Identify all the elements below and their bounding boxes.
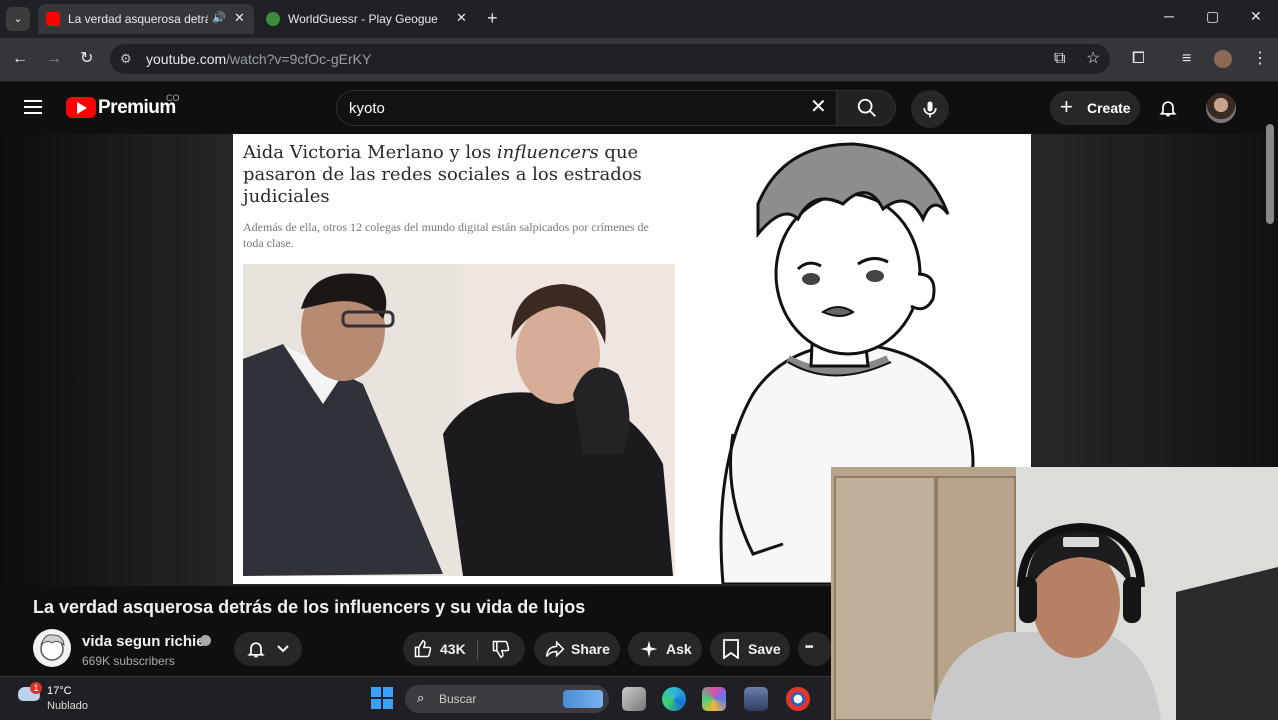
browser-tab-strip: ⌄ La verdad asquerosa detrás 🔊 ✕ WorldGu… [0,0,1278,38]
chevron-down-icon [277,645,289,653]
like-count: 43K [440,641,466,657]
windows-start-icon[interactable] [371,687,393,709]
tab-youtube-video[interactable]: La verdad asquerosa detrás 🔊 ✕ [38,4,254,34]
more-dots-icon: ••• [805,642,813,653]
share-button[interactable]: Share [534,632,620,666]
search-box[interactable] [336,90,836,126]
globe-favicon-icon [266,12,280,26]
tab-search-button[interactable]: ⌄ [6,7,30,31]
taskbar-search-box[interactable]: ⌕ Buscar [405,685,609,713]
create-button[interactable]: + Create [1050,91,1140,125]
address-bar[interactable]: ⚙ youtube.com/watch?v=9cfOc-gErKY [110,44,1110,74]
channel-avatar[interactable] [33,629,71,667]
plus-icon: + [1060,94,1073,119]
like-divider [477,640,478,660]
subscription-bell-button[interactable] [234,632,302,666]
notifications-bell-icon[interactable] [1158,98,1178,118]
search-highlight-image [563,690,603,708]
tab-audio-icon[interactable]: 🔊 [212,11,226,24]
url-path: /watch?v=9cfOc-gErKY [226,51,372,67]
media-control-icon[interactable]: ≡ [1182,50,1191,68]
share-arrow-icon [545,640,565,658]
thumbs-up-icon [414,639,432,658]
like-dislike-group: 43K [403,632,525,666]
tab-close-icon[interactable]: ✕ [456,10,467,26]
profile-avatar[interactable] [1214,50,1232,68]
video-title: La verdad asquerosa detrás de los influe… [33,597,586,617]
bookmark-star-icon[interactable]: ☆ [1086,50,1100,68]
tab-title: WorldGuessr - Play Geoguessr [288,12,438,26]
weather-condition[interactable]: Nublado [47,700,88,712]
thumbs-down-icon [492,640,510,659]
save-label: Save [748,641,781,657]
store-icon[interactable] [744,687,768,711]
copilot-icon[interactable] [702,687,726,711]
url-text[interactable]: youtube.com/watch?v=9cfOc-gErKY [146,51,371,67]
new-tab-button[interactable]: + [487,8,498,28]
back-button[interactable]: ← [12,50,28,68]
like-button[interactable]: 43K [403,632,477,666]
youtube-masthead: Premium CO ✕ + Create [0,82,1278,134]
tab-title: La verdad asquerosa detrás [68,12,208,26]
maximize-button[interactable]: ▢ [1206,8,1219,25]
dislike-button[interactable] [479,632,525,666]
webcam-overlay [831,467,1278,720]
browser-menu-icon[interactable]: ⋮ [1252,50,1268,68]
page-scrollbar[interactable] [1266,124,1274,224]
ask-label: Ask [666,641,692,657]
window-close-button[interactable]: ✕ [1250,8,1262,25]
weather-temperature[interactable]: 17°C [47,685,72,697]
task-view-icon[interactable] [622,687,646,711]
chrome-icon[interactable] [786,687,810,711]
more-actions-button[interactable]: ••• [798,632,832,666]
url-host: youtube.com [146,51,227,67]
article-photo [243,264,675,576]
install-app-icon[interactable]: ⧉ [1054,50,1065,68]
search-input[interactable] [349,98,769,118]
bookmark-icon [723,639,739,659]
bell-icon [247,642,265,658]
article-subhead: Además de ella, otros 12 colegas del mun… [243,220,649,250]
verified-badge-icon [200,635,211,646]
youtube-logo-icon[interactable] [66,97,96,118]
article-headline: Aida Victoria Merlano y los influencers … [243,142,642,207]
forward-button[interactable]: → [46,50,62,68]
weather-alert-badge: 1 [30,682,42,694]
youtube-favicon-icon [46,12,60,26]
create-label: Create [1087,100,1131,116]
microphone-icon [923,101,937,118]
country-code: CO [166,93,180,103]
extensions-icon[interactable]: ⧠ [1132,50,1145,68]
search-icon: ⌕ [417,690,425,705]
ask-button[interactable]: Ask [628,632,702,666]
guide-menu-icon[interactable] [24,100,42,114]
sparkle-icon [640,640,658,658]
youtube-premium-wordmark[interactable]: Premium [98,97,176,119]
share-label: Share [571,641,610,657]
account-avatar[interactable] [1206,93,1236,123]
minimize-button[interactable]: ─ [1164,8,1174,24]
tab-worldguessr[interactable]: WorldGuessr - Play Geoguessr ✕ [258,4,476,34]
tab-close-icon[interactable]: ✕ [234,10,245,26]
search-clear-icon[interactable]: ✕ [810,96,827,118]
channel-name[interactable]: vida segun richie [82,633,205,650]
reload-button[interactable]: ↻ [80,50,93,68]
browser-toolbar: ← → ↻ ⚙ youtube.com/watch?v=9cfOc-gErKY … [0,38,1278,82]
save-button[interactable]: Save [710,632,790,666]
subscriber-count: 669K subscribers [82,654,175,668]
site-info-icon[interactable]: ⚙ [120,51,132,67]
edge-browser-icon[interactable] [662,687,686,711]
voice-search-button[interactable] [911,90,949,128]
search-icon [857,98,876,117]
search-button[interactable] [836,90,896,126]
taskbar-search-placeholder: Buscar [439,692,477,706]
